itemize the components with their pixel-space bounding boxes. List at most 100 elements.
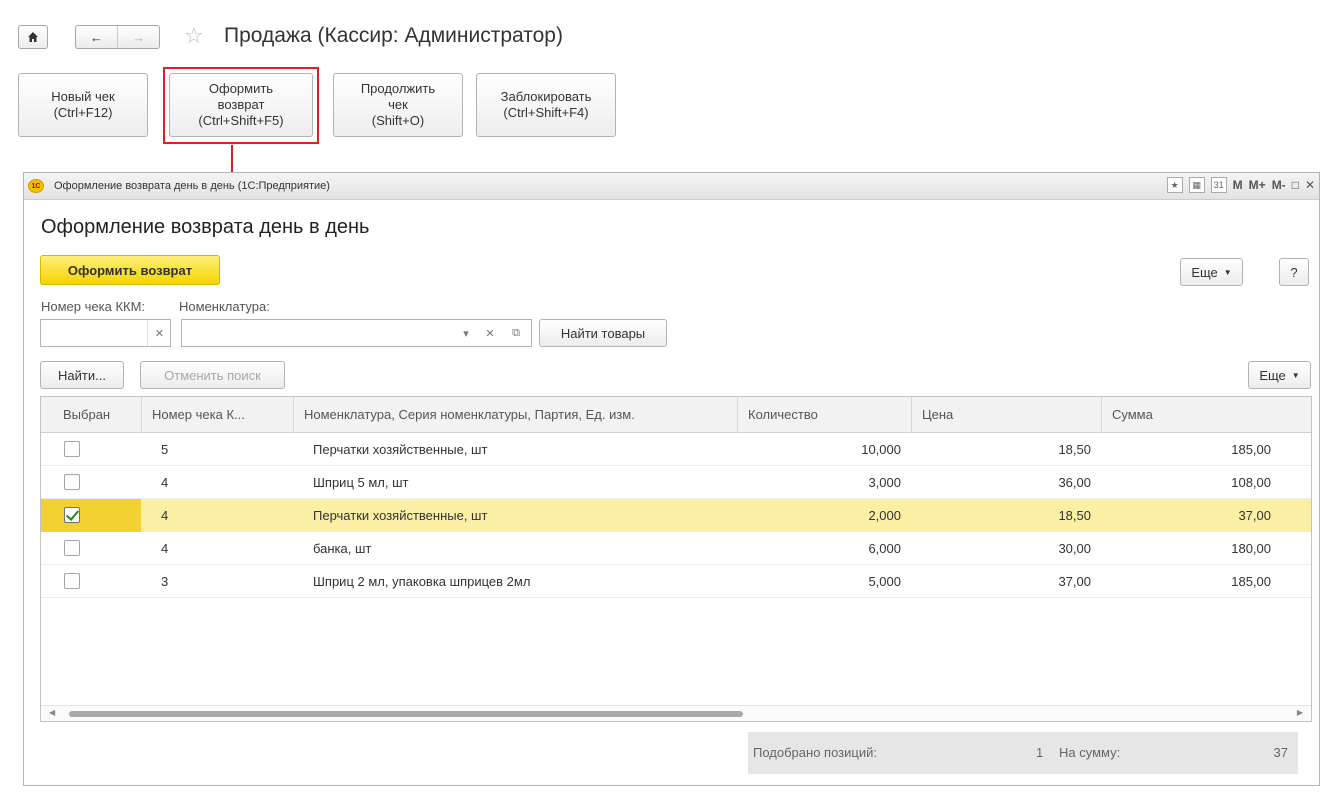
calculator-icon[interactable]: ▦ xyxy=(1188,177,1205,193)
clear-nomenclature-icon[interactable]: ✕ xyxy=(478,320,502,346)
col-qty-header[interactable]: Количество xyxy=(737,397,911,433)
home-icon xyxy=(28,32,38,42)
sum-cell: 108,00 xyxy=(1231,475,1271,490)
sum-cell: 185,00 xyxy=(1231,442,1271,457)
table-row[interactable]: 5 Перчатки хозяйственные, шт 10,000 18,5… xyxy=(41,433,1311,466)
cancel-search-button[interactable]: Отменить поиск xyxy=(140,361,285,389)
new-receipt-button[interactable]: Новый чек (Ctrl+F12) xyxy=(18,73,148,137)
table-row[interactable]: 4 Шприц 5 мл, шт 3,000 36,00 108,00 xyxy=(41,466,1311,499)
sum-label: На сумму: xyxy=(1059,745,1121,760)
table-row-selected[interactable]: 4 Перчатки хозяйственные, шт 2,000 18,50… xyxy=(41,499,1311,532)
maximize-icon[interactable]: □ xyxy=(1292,178,1299,192)
row-check-cell xyxy=(41,466,141,499)
price-cell: 18,50 xyxy=(1058,442,1091,457)
find-button[interactable]: Найти... xyxy=(40,361,124,389)
selected-count-value: 1 xyxy=(1036,745,1044,760)
totals-panel: Подобрано позиций: 1 На сумму: 37 xyxy=(748,732,1298,774)
sum-value: 37 xyxy=(1273,745,1288,760)
receipt-cell: 3 xyxy=(161,574,169,589)
price-cell: 37,00 xyxy=(1058,574,1091,589)
scroll-left-icon[interactable]: ◀ xyxy=(49,708,55,717)
qty-cell: 10,000 xyxy=(861,442,901,457)
receipt-cell: 5 xyxy=(161,442,169,457)
back-icon[interactable]: ← xyxy=(76,26,117,48)
chevron-down-icon: ▼ xyxy=(1291,370,1300,380)
history-nav: ← → xyxy=(75,25,160,49)
price-cell: 36,00 xyxy=(1058,475,1091,490)
receipt-cell: 4 xyxy=(161,475,169,490)
qty-cell: 6,000 xyxy=(868,541,901,556)
row-checkbox-checked[interactable] xyxy=(64,507,80,523)
qty-cell: 5,000 xyxy=(868,574,901,589)
memory-minus-button[interactable]: M- xyxy=(1272,178,1286,192)
row-check-cell xyxy=(41,433,141,466)
close-icon[interactable]: ✕ xyxy=(1305,178,1315,192)
receipt-number-label: Номер чека ККМ: xyxy=(41,299,146,314)
app-logo-icon: 1С xyxy=(28,179,44,193)
sum-cell: 185,00 xyxy=(1231,574,1271,589)
memory-plus-button[interactable]: M+ xyxy=(1249,178,1266,192)
item-cell: Шприц 5 мл, шт xyxy=(313,475,409,490)
favorite-star-icon[interactable]: ☆ xyxy=(184,23,204,49)
grid-more-button[interactable]: Еще ▼ xyxy=(1248,361,1311,389)
price-cell: 30,00 xyxy=(1058,541,1091,556)
open-item-icon[interactable]: ⧉ xyxy=(502,320,530,346)
item-cell: Шприц 2 мл, упаковка шприцев 2мл xyxy=(313,574,531,589)
help-button[interactable]: ? xyxy=(1279,258,1309,286)
item-cell: Перчатки хозяйственные, шт xyxy=(313,442,488,457)
receipt-cell: 4 xyxy=(161,541,169,556)
table-row[interactable]: 3 Шприц 2 мл, упаковка шприцев 2мл 5,000… xyxy=(41,565,1311,598)
forward-icon[interactable]: → xyxy=(117,26,159,48)
continue-receipt-button[interactable]: Продолжить чек (Shift+O) xyxy=(333,73,463,137)
col-sum-header[interactable]: Сумма xyxy=(1101,397,1291,433)
row-checkbox[interactable] xyxy=(64,474,80,490)
col-receipt-header[interactable]: Номер чека К... xyxy=(141,397,293,433)
window-title: Оформление возврата день в день (1С:Пред… xyxy=(54,180,330,192)
memory-m-button[interactable]: M xyxy=(1233,178,1243,192)
item-cell: банка, шт xyxy=(313,541,372,556)
qty-cell: 3,000 xyxy=(868,475,901,490)
more-label: Еще xyxy=(1191,264,1218,280)
highlight-frame xyxy=(163,67,319,144)
window-titlebar: 1С Оформление возврата день в день (1С:П… xyxy=(24,173,1319,200)
page-title: Продажа (Кассир: Администратор) xyxy=(224,24,563,47)
form-title: Оформление возврата день в день xyxy=(41,216,370,238)
favorites-icon[interactable]: ★ xyxy=(1166,177,1183,193)
qty-cell: 2,000 xyxy=(868,508,901,523)
table-row[interactable]: 4 банка, шт 6,000 30,00 180,00 xyxy=(41,532,1311,565)
receipt-cell: 4 xyxy=(161,508,169,523)
find-goods-button[interactable]: Найти товары xyxy=(539,319,667,347)
app-shell: ← → ☆ Продажа (Кассир: Администратор) Но… xyxy=(0,0,1320,795)
items-table: Выбран Номер чека К... Номенклатура, Сер… xyxy=(40,396,1312,722)
row-check-cell xyxy=(41,532,141,565)
lock-button[interactable]: Заблокировать (Ctrl+Shift+F4) xyxy=(476,73,616,137)
chevron-down-icon: ▼ xyxy=(1223,267,1232,277)
col-price-header[interactable]: Цена xyxy=(911,397,1101,433)
col-selected-header[interactable]: Выбран xyxy=(41,397,141,433)
row-check-cell xyxy=(41,565,141,598)
sum-cell: 180,00 xyxy=(1231,541,1271,556)
table-header: Выбран Номер чека К... Номенклатура, Сер… xyxy=(41,397,1311,433)
calendar-icon[interactable]: 31 xyxy=(1210,177,1227,193)
col-item-header[interactable]: Номенклатура, Серия номенклатуры, Партия… xyxy=(293,397,737,433)
clear-receipt-icon[interactable]: ✕ xyxy=(147,320,171,346)
row-check-cell xyxy=(41,499,141,532)
window-tools: ★ ▦ 31 M M+ M- □ ✕ xyxy=(1166,177,1315,193)
selected-count-label: Подобрано позиций: xyxy=(753,745,877,760)
scroll-right-icon[interactable]: ▶ xyxy=(1297,708,1303,717)
return-window: 1С Оформление возврата день в день (1С:П… xyxy=(23,172,1320,786)
receipt-number-field[interactable]: ✕ xyxy=(40,319,171,347)
row-checkbox[interactable] xyxy=(64,441,80,457)
row-checkbox[interactable] xyxy=(64,573,80,589)
nomenclature-field[interactable]: ▾ ✕ ⧉ xyxy=(181,319,532,347)
item-cell: Перчатки хозяйственные, шт xyxy=(313,508,488,523)
more-menu-button[interactable]: Еще ▼ xyxy=(1180,258,1243,286)
row-checkbox[interactable] xyxy=(64,540,80,556)
submit-return-button[interactable]: Оформить возврат xyxy=(40,255,220,285)
scroll-thumb[interactable] xyxy=(69,711,743,717)
dropdown-icon[interactable]: ▾ xyxy=(454,320,478,346)
nomenclature-label: Номенклатура: xyxy=(179,299,270,314)
home-button[interactable] xyxy=(18,25,48,49)
grid-more-label: Еще xyxy=(1259,367,1286,383)
horizontal-scrollbar[interactable]: ◀ ▶ xyxy=(41,705,1311,721)
